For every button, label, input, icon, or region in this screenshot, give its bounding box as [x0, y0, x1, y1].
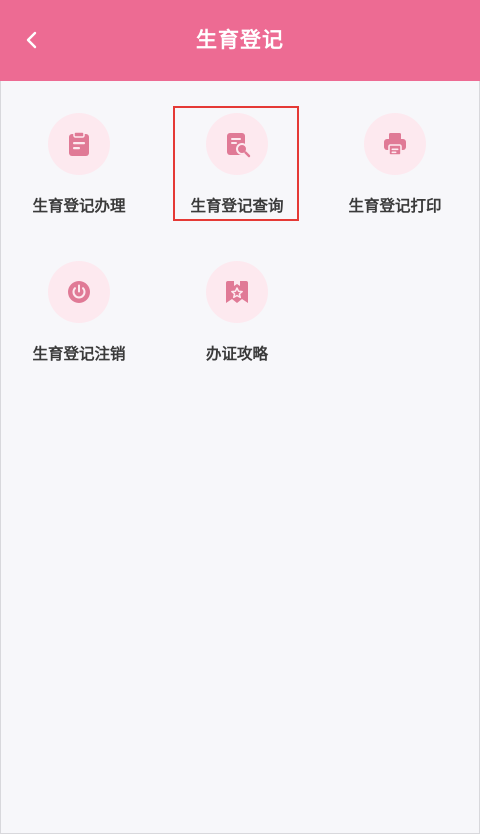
icon-circle — [206, 113, 268, 175]
bookmark-star-icon — [226, 281, 248, 303]
document-search-icon — [227, 133, 251, 158]
icon-circle — [48, 261, 110, 323]
page-title: 生育登记 — [196, 28, 284, 52]
clipboard-icon — [69, 131, 89, 156]
menu-item-label: 生育登记查询 — [190, 197, 284, 215]
menu-item-label: 办证攻略 — [205, 345, 268, 363]
icon-circle — [48, 113, 110, 175]
menu-item-guide[interactable]: 办证攻略 — [158, 229, 316, 363]
menu-item-label: 生育登记注销 — [32, 345, 126, 363]
menu-item-cancel[interactable]: 生育登记注销 — [0, 229, 158, 363]
printer-icon — [384, 133, 406, 156]
menu-item-print[interactable]: 生育登记打印 — [316, 81, 474, 215]
menu-item-registration[interactable]: 生育登记办理 — [0, 81, 158, 215]
menu-item-label: 生育登记办理 — [32, 197, 126, 215]
app-header: 生育登记 — [0, 0, 480, 81]
menu-item-label: 生育登记打印 — [348, 197, 442, 215]
icon-circle — [364, 113, 426, 175]
power-icon — [68, 281, 90, 303]
menu-item-query[interactable]: 生育登记查询 — [158, 81, 316, 215]
icon-circle — [206, 261, 268, 323]
